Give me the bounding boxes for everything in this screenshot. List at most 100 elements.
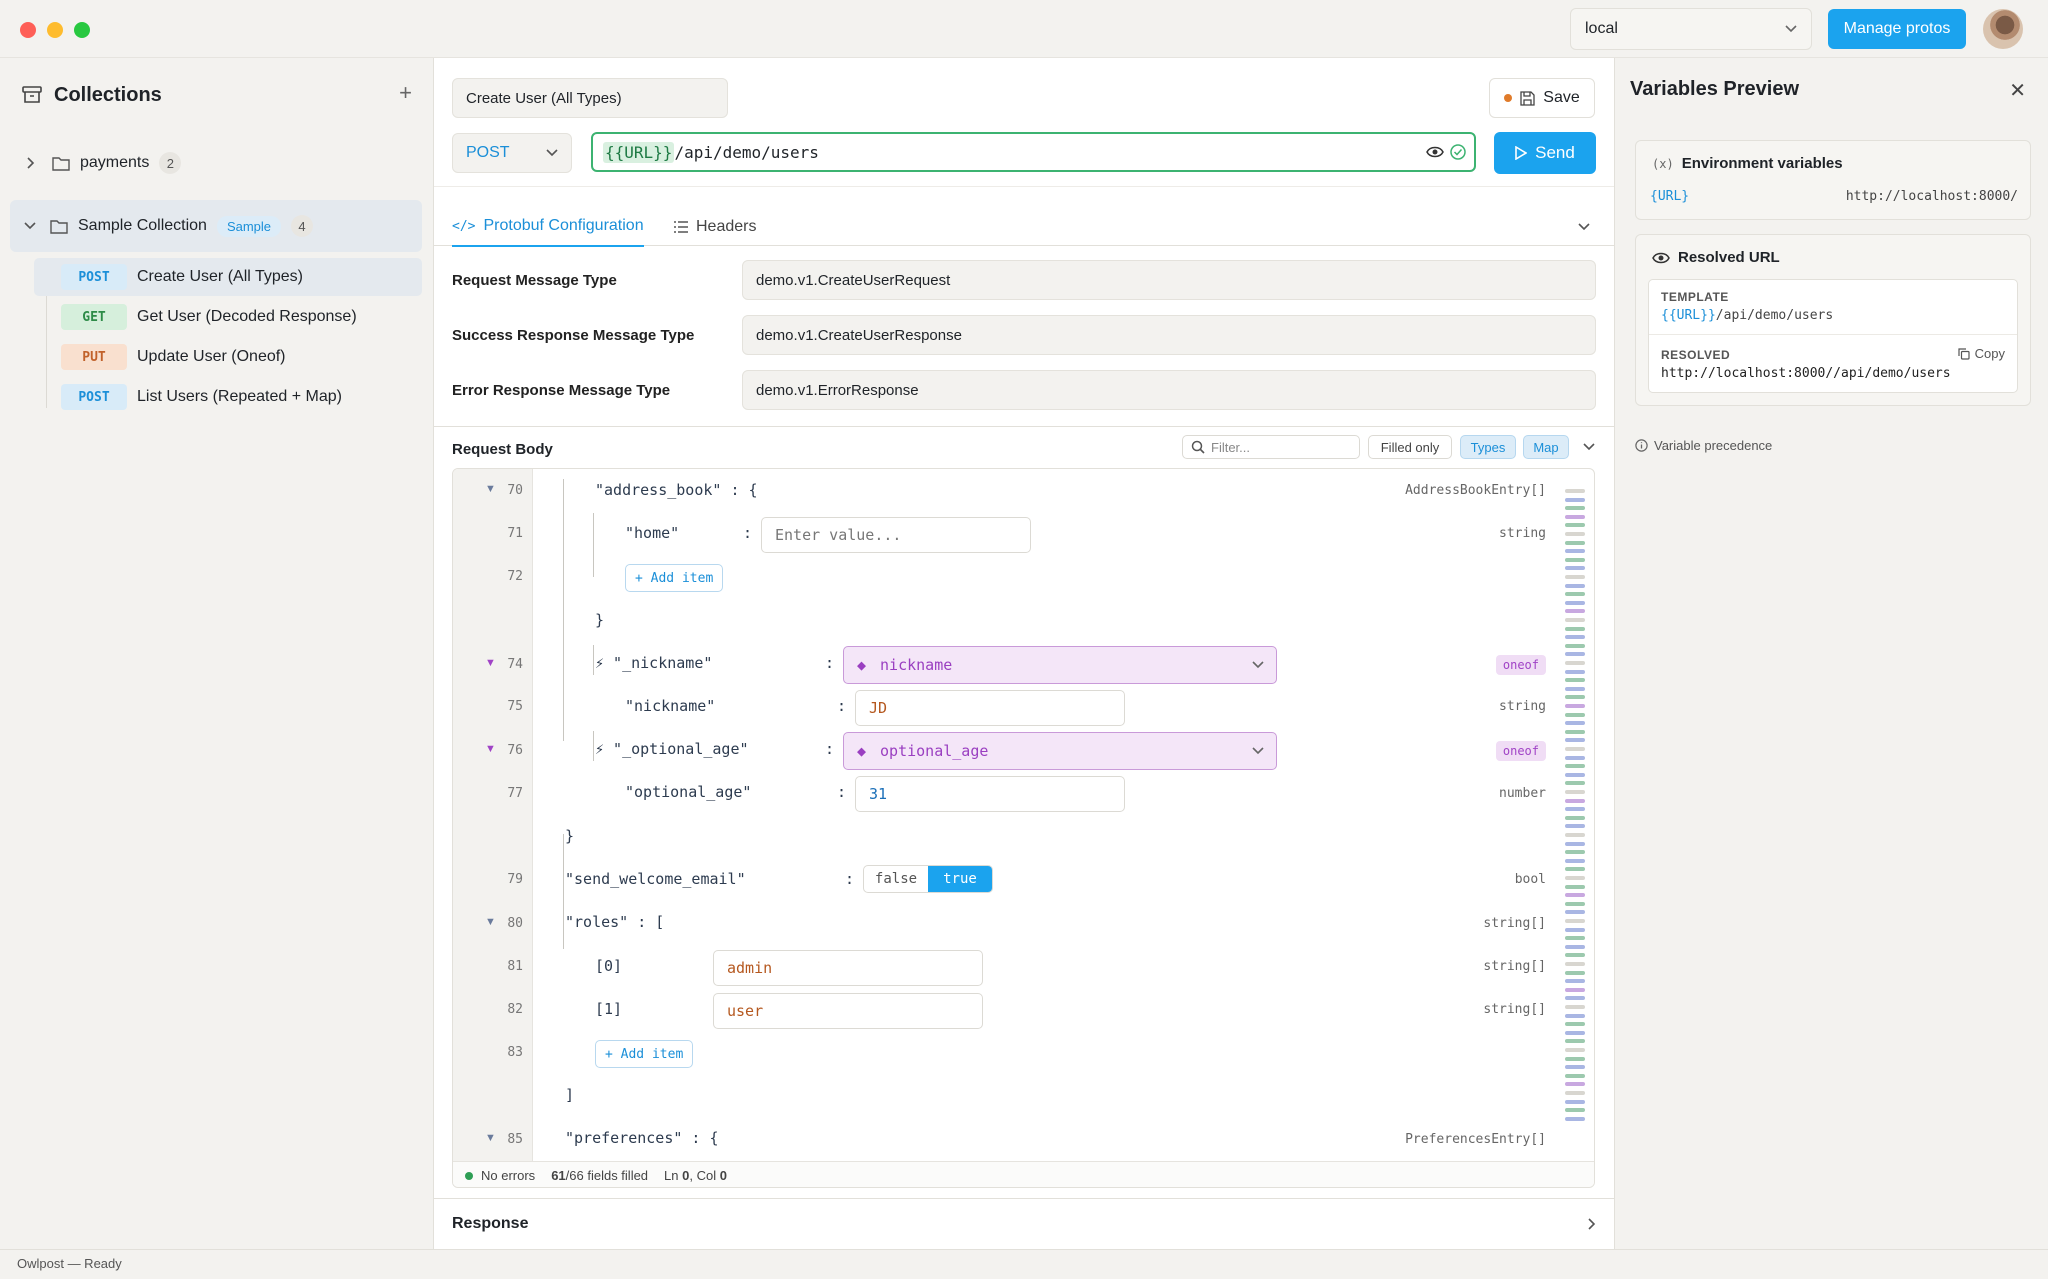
add-item-button[interactable]: + Add item: [595, 1040, 694, 1068]
chevron-down-icon: [546, 149, 558, 157]
add-item-button[interactable]: + Add item: [625, 564, 724, 592]
optional-age-input[interactable]: 31: [855, 776, 1125, 812]
code-colon: :: [743, 524, 753, 542]
archive-icon: [22, 86, 42, 103]
minimap-mark: [1565, 876, 1585, 880]
minimap-mark: [1565, 910, 1585, 915]
resolved-value: http://localhost:8000//api/demo/users: [1661, 366, 1951, 381]
url-input[interactable]: {{URL}} /api/demo/users: [591, 132, 1476, 172]
manage-protos-button[interactable]: Manage protos: [1828, 9, 1966, 49]
request-name-input[interactable]: Create User (All Types): [452, 78, 728, 118]
variables-panel: Variables Preview ✕ (x) Environment vari…: [1614, 58, 2048, 1249]
type-label: number: [1499, 786, 1546, 801]
add-collection-icon[interactable]: +: [399, 80, 412, 106]
role-1-input[interactable]: user: [713, 993, 983, 1029]
folder-icon: [50, 219, 68, 234]
copy-button[interactable]: Copy: [1958, 346, 2005, 361]
line-number: 79: [507, 872, 523, 887]
tab-label: Protobuf Configuration: [483, 217, 644, 234]
code-address-book: "address_book" : {: [595, 481, 758, 499]
chevron-down-icon: [1252, 747, 1264, 755]
age-oneof-select[interactable]: ◆ optional_age: [843, 732, 1277, 770]
body-collapse-chevron-icon[interactable]: [1583, 443, 1595, 451]
avatar[interactable]: [1983, 9, 2023, 49]
minimap-mark: [1565, 532, 1585, 536]
send-button[interactable]: Send: [1494, 132, 1596, 174]
app-status-bar: Owlpost — Ready: [0, 1249, 2048, 1279]
error-type-input[interactable]: demo.v1.ErrorResponse: [742, 370, 1596, 410]
nickname-input[interactable]: JD: [855, 690, 1125, 726]
code-key-send-welcome: "send_welcome_email": [565, 870, 746, 888]
save-label: Save: [1543, 89, 1580, 106]
list-icon: [674, 221, 688, 233]
true-option[interactable]: true: [928, 866, 992, 892]
minimap-mark: [1565, 669, 1585, 674]
line-number: 82: [507, 1002, 523, 1017]
save-button[interactable]: Save: [1489, 78, 1595, 118]
variable-precedence-link[interactable]: Variable precedence: [1635, 438, 1772, 453]
minimap-mark: [1565, 652, 1585, 657]
unsaved-dot-icon: [1504, 94, 1513, 102]
tab-protobuf-configuration[interactable]: </> Protobuf Configuration: [452, 207, 644, 247]
minimap-mark: [1565, 953, 1585, 958]
close-window-icon[interactable]: [20, 22, 36, 38]
minimap-mark: [1565, 626, 1585, 631]
minimap-mark: [1565, 884, 1585, 889]
map-toggle[interactable]: Map: [1523, 435, 1569, 459]
code-index: [0]: [595, 957, 623, 975]
code-oneof-nickname: ⚡ "_nickname": [595, 654, 713, 672]
folder-name: payments: [80, 154, 150, 171]
filled-only-toggle[interactable]: Filled only: [1368, 435, 1452, 459]
line-number: 75: [507, 699, 523, 714]
home-value-input[interactable]: Enter value...: [761, 517, 1031, 553]
request-item-create-user[interactable]: POST Create User (All Types): [34, 258, 422, 296]
minimap[interactable]: [1561, 489, 1587, 1149]
app-window: local Manage protos Collections + paymen…: [0, 0, 2048, 1279]
search-icon: [1191, 440, 1205, 454]
minimap-mark: [1565, 686, 1585, 691]
minimap-mark: [1565, 729, 1585, 734]
types-toggle[interactable]: Types: [1460, 435, 1516, 459]
request-item-list-users[interactable]: POST List Users (Repeated + Map): [34, 378, 422, 416]
minimap-mark: [1565, 893, 1585, 898]
folder-payments[interactable]: payments 2: [10, 138, 422, 188]
tab-headers[interactable]: Headers: [674, 207, 756, 247]
nickname-oneof-select[interactable]: ◆ nickname: [843, 646, 1277, 684]
resolved-url-card: Resolved URL TEMPLATE {{URL}}/api/demo/u…: [1635, 234, 2031, 406]
minimap-mark: [1565, 489, 1585, 493]
role-0-input[interactable]: admin: [713, 950, 983, 986]
template-label: TEMPLATE: [1661, 290, 1729, 304]
code-oneof-age: ⚡ "_optional_age": [595, 740, 749, 758]
false-option[interactable]: false: [864, 866, 928, 892]
close-icon[interactable]: ✕: [2009, 78, 2026, 103]
maximize-window-icon[interactable]: [74, 22, 90, 38]
method-select[interactable]: POST: [452, 133, 572, 173]
request-item-update-user[interactable]: PUT Update User (Oneof): [34, 338, 422, 376]
line-number: 83: [507, 1045, 523, 1060]
minimize-window-icon[interactable]: [47, 22, 63, 38]
minimap-mark: [1565, 996, 1585, 1001]
minimap-mark: [1565, 514, 1585, 519]
request-type-input[interactable]: demo.v1.CreateUserRequest: [742, 260, 1596, 300]
indent-guide: [593, 645, 594, 675]
environment-select[interactable]: local: [1570, 8, 1812, 50]
body-filter-input[interactable]: Filter...: [1182, 435, 1360, 459]
oneof-selected: optional_age: [880, 742, 989, 760]
minimap-mark: [1565, 1030, 1585, 1035]
code-close-bracket: ]: [565, 1086, 575, 1104]
chevron-down-icon: [1785, 25, 1797, 33]
collapse-chevron-icon[interactable]: [1578, 223, 1590, 231]
request-item-get-user[interactable]: GET Get User (Decoded Response): [34, 298, 422, 336]
success-type-input[interactable]: demo.v1.CreateUserResponse: [742, 315, 1596, 355]
env-var-value: http://localhost:8000/: [1845, 189, 2018, 204]
resolved-label: RESOLVED: [1661, 348, 1731, 362]
minimap-mark: [1565, 635, 1585, 640]
minimap-mark: [1565, 1048, 1585, 1052]
folder-sample-collection[interactable]: Sample Collection Sample 4: [10, 200, 422, 252]
response-section[interactable]: Response: [434, 1198, 1614, 1249]
tab-label: Headers: [696, 218, 757, 235]
eye-icon[interactable]: [1426, 146, 1444, 158]
minimap-mark: [1565, 772, 1585, 777]
type-label: string: [1499, 526, 1546, 541]
env-var-name: {URL}: [1650, 189, 1690, 204]
